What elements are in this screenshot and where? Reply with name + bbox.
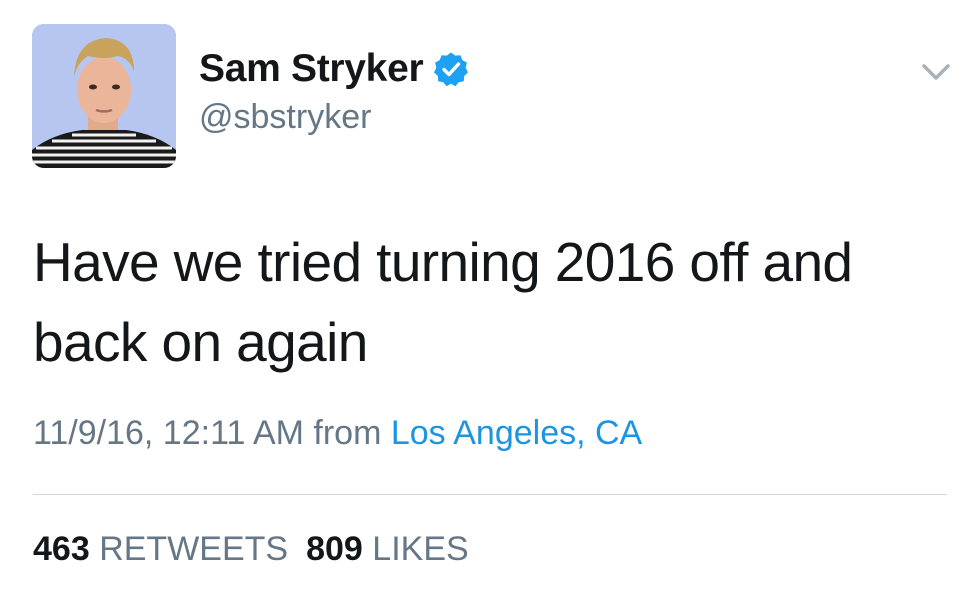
from-label: from <box>313 414 382 452</box>
author-handle[interactable]: @sbstryker <box>199 98 371 137</box>
avatar[interactable] <box>32 24 176 168</box>
tweet-location[interactable]: Los Angeles, CA <box>391 414 642 452</box>
likes-count: 809 <box>306 530 363 568</box>
verified-badge-icon <box>433 51 469 87</box>
likes-stat[interactable]: 809 LIKES <box>306 530 469 568</box>
likes-label: LIKES <box>372 530 469 568</box>
tweet-card: Sam Stryker @sbstryker Have we tried tur… <box>0 0 980 609</box>
tweet-text: Have we tried turning 2016 off and back … <box>33 231 853 373</box>
retweets-label: RETWEETS <box>99 530 289 568</box>
tweet-timestamp[interactable]: 11/9/16, 12:11 AM <box>33 414 304 452</box>
chevron-down-icon[interactable] <box>916 58 956 86</box>
author-display-name[interactable]: Sam Stryker <box>199 44 469 94</box>
retweets-count: 463 <box>33 530 90 568</box>
retweets-stat[interactable]: 463 RETWEETS <box>33 530 288 568</box>
display-name-text[interactable]: Sam Stryker <box>199 47 424 91</box>
divider <box>33 494 947 495</box>
profile-photo-icon <box>32 24 176 168</box>
tweet-meta: 11/9/16, 12:11 AM from Los Angeles, CA <box>33 414 642 453</box>
tweet-stats: 463 RETWEETS 809 LIKES <box>33 530 469 569</box>
